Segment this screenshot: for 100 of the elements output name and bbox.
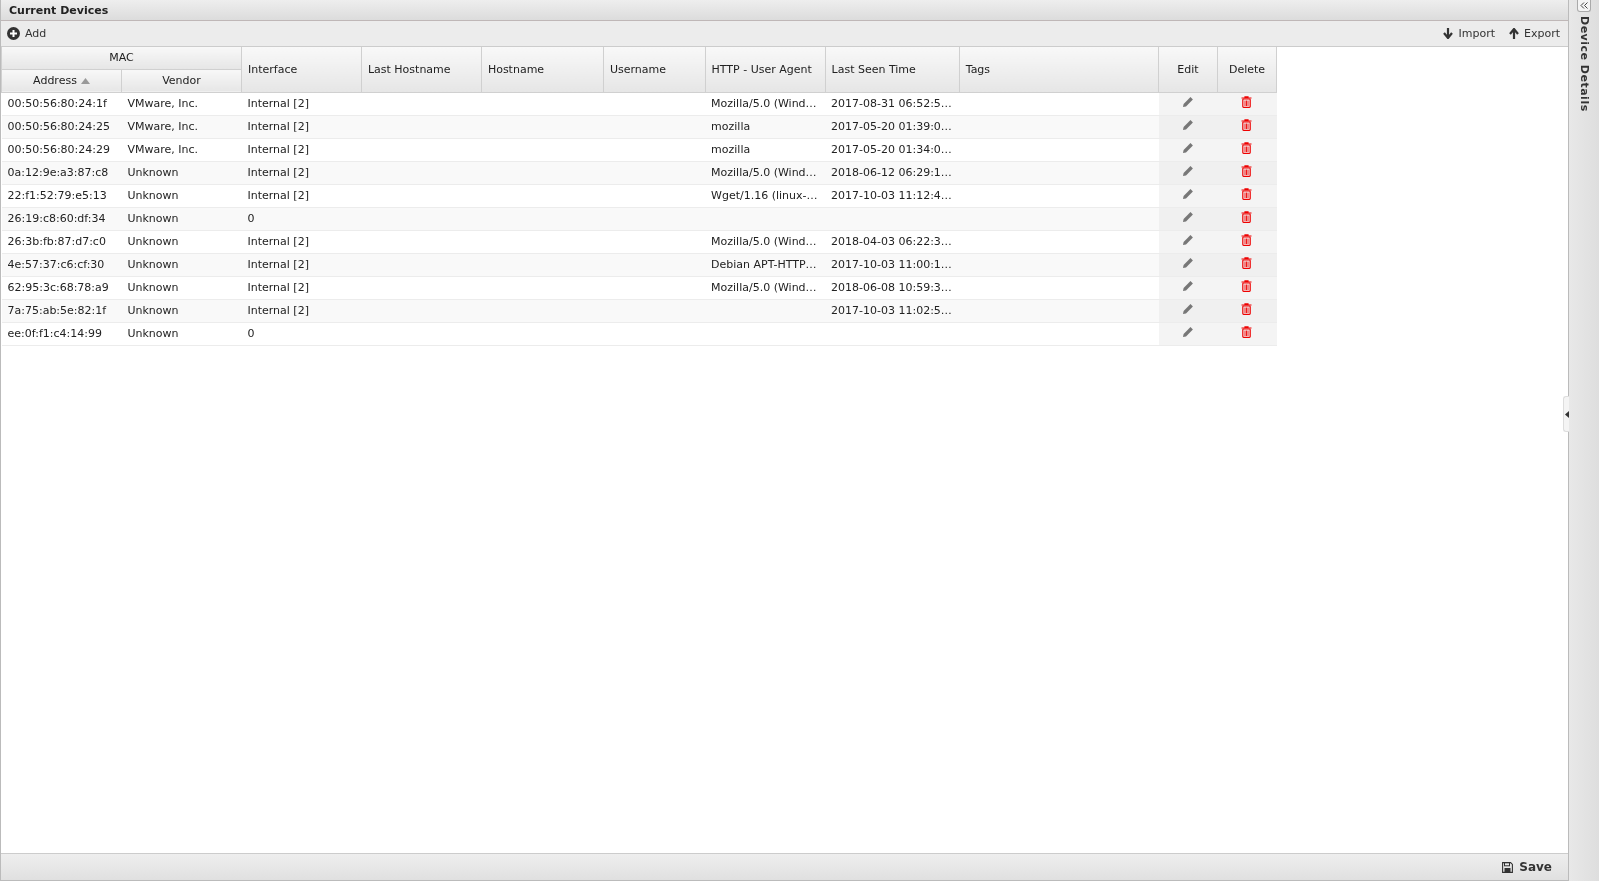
trash-icon: [1241, 142, 1253, 154]
pencil-icon: [1182, 188, 1194, 200]
column-header[interactable]: Username: [603, 47, 706, 92]
table-cell: 2018-06-12 06:29:1…: [831, 166, 952, 179]
table-cell: 0a:12:9e:a3:87:c8: [7, 166, 109, 179]
trash-icon: [1241, 326, 1253, 338]
delete-button[interactable]: [1241, 119, 1253, 131]
column-header[interactable]: Last Seen Time: [825, 47, 960, 92]
table-cell: VMware, Inc.: [127, 97, 199, 110]
column-header[interactable]: Hostname: [481, 47, 604, 92]
table-cell: Unknown: [127, 327, 179, 340]
edit-button[interactable]: [1182, 142, 1194, 154]
save-button[interactable]: Save: [1496, 859, 1558, 875]
table-cell: 2017-05-20 01:34:0…: [831, 143, 952, 156]
delete-button[interactable]: [1241, 96, 1253, 108]
edit-button[interactable]: [1182, 234, 1194, 246]
table-cell: Internal [2]: [247, 235, 309, 248]
table-cell: Unknown: [127, 189, 179, 202]
pencil-icon: [1182, 211, 1194, 223]
delete-button[interactable]: [1241, 326, 1253, 338]
edit-button[interactable]: [1182, 326, 1194, 338]
table-cell: Unknown: [127, 281, 179, 294]
table-cell: Unknown: [127, 258, 179, 271]
table-cell: 62:95:3c:68:78:a9: [7, 281, 109, 294]
edit-button[interactable]: [1182, 188, 1194, 200]
pencil-icon: [1182, 234, 1194, 246]
expand-button[interactable]: [1577, 0, 1591, 12]
table-cell: Unknown: [127, 166, 179, 179]
edit-button[interactable]: [1182, 211, 1194, 223]
pencil-icon: [1182, 142, 1194, 154]
table-cell: Unknown: [127, 212, 179, 225]
table-cell: 2017-05-20 01:39:0…: [831, 120, 952, 133]
trash-icon: [1241, 234, 1253, 246]
edit-button[interactable]: [1182, 165, 1194, 177]
trash-icon: [1241, 211, 1253, 223]
table-cell: Mozilla/5.0 (Wind…: [711, 166, 817, 179]
table-cell: 26:19:c8:60:df:34: [7, 212, 106, 225]
delete-button[interactable]: [1241, 257, 1253, 269]
column-group-header: MAC: [1, 47, 242, 69]
table-cell: mozilla: [711, 143, 751, 156]
table-cell: 2017-10-03 11:12:4…: [831, 189, 952, 202]
table-cell: 0: [247, 327, 255, 340]
delete-button[interactable]: [1241, 303, 1253, 315]
column-header[interactable]: Interface: [241, 47, 362, 92]
table-cell: 2017-08-31 06:52:5…: [831, 97, 952, 110]
add-icon: [7, 27, 20, 40]
table-cell: 22:f1:52:79:e5:13: [7, 189, 107, 202]
delete-button[interactable]: [1241, 280, 1253, 292]
pencil-icon: [1182, 257, 1194, 269]
table-cell: Internal [2]: [247, 258, 309, 271]
table-cell: 2018-06-08 10:59:3…: [831, 281, 952, 294]
table-cell: Internal [2]: [247, 189, 309, 202]
pencil-icon: [1182, 303, 1194, 315]
column-header[interactable]: Tags: [959, 47, 1159, 92]
trash-icon: [1241, 165, 1253, 177]
up-arrow-icon: [1509, 28, 1519, 39]
table-cell: Internal [2]: [247, 120, 309, 133]
table-cell: 00:50:56:80:24:25: [7, 120, 110, 133]
export-button[interactable]: Export: [1509, 27, 1560, 40]
table-cell: Mozilla/5.0 (Wind…: [711, 235, 817, 248]
panel-title: Current Devices: [9, 3, 109, 17]
delete-button[interactable]: [1241, 142, 1253, 154]
table-cell: Unknown: [127, 235, 179, 248]
table-cell: 00:50:56:80:24:29: [7, 143, 110, 156]
column-header[interactable]: Delete: [1217, 47, 1277, 92]
table-cell: 4e:57:37:c6:cf:30: [7, 258, 105, 271]
table-cell: 0: [247, 212, 255, 225]
delete-button[interactable]: [1241, 165, 1253, 177]
edit-button[interactable]: [1182, 257, 1194, 269]
edit-button[interactable]: [1182, 280, 1194, 292]
table-cell: VMware, Inc.: [127, 143, 199, 156]
delete-button[interactable]: [1241, 188, 1253, 200]
table-cell: Internal [2]: [247, 143, 309, 156]
trash-icon: [1241, 257, 1253, 269]
pencil-icon: [1182, 280, 1194, 292]
delete-button[interactable]: [1241, 211, 1253, 223]
table-cell: mozilla: [711, 120, 751, 133]
table-cell: Internal [2]: [247, 166, 309, 179]
edit-button[interactable]: [1182, 96, 1194, 108]
trash-icon: [1241, 119, 1253, 131]
delete-button[interactable]: [1241, 234, 1253, 246]
table-cell: 00:50:56:80:24:1f: [7, 97, 107, 110]
edit-button[interactable]: [1182, 119, 1194, 131]
edit-button[interactable]: [1182, 303, 1194, 315]
table-cell: 2017-10-03 11:00:1…: [831, 258, 952, 271]
side-panel-title: Device Details: [1577, 16, 1591, 112]
column-header[interactable]: HTTP - User Agent: [705, 47, 826, 92]
column-header[interactable]: Address: [1, 69, 122, 92]
pencil-icon: [1182, 326, 1194, 338]
pencil-icon: [1182, 119, 1194, 131]
trash-icon: [1241, 188, 1253, 200]
add-button[interactable]: Add: [7, 27, 47, 40]
import-button[interactable]: Import: [1443, 27, 1495, 40]
sort-ascending-icon: [80, 78, 90, 84]
column-header[interactable]: Vendor: [121, 69, 242, 92]
column-header[interactable]: Edit: [1158, 47, 1218, 92]
pencil-icon: [1182, 165, 1194, 177]
column-header[interactable]: Last Hostname: [361, 47, 482, 92]
splitter-handle[interactable]: [1563, 396, 1569, 432]
table-cell: 2018-04-03 06:22:3…: [831, 235, 952, 248]
